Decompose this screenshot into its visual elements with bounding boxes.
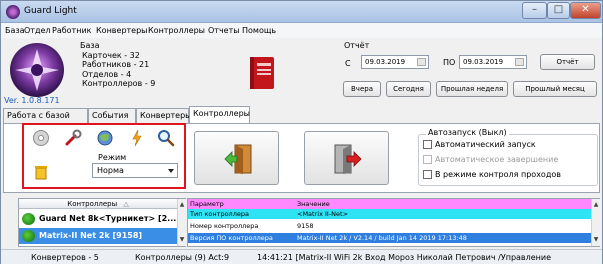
menu-item-department[interactable]: Отдел — [24, 26, 51, 35]
title-bar: Guard Light – □ ✕ — [1, 1, 602, 23]
database-stats: База Карточек - 32 Работников - 21 Отдел… — [80, 41, 155, 89]
value-column-header[interactable]: Значение — [297, 199, 330, 209]
controllers-list: Контроллеры △ Guard Net 8k<Турникет> [2.… — [18, 198, 186, 247]
tab-database[interactable]: Работа с базой — [3, 108, 88, 123]
version-label: Ver. 1.0.8.171 — [4, 96, 60, 105]
from-date-value: 09.03.2019 — [365, 58, 406, 66]
controllers-count: Контроллеров - 9 — [82, 79, 156, 88]
table-row[interactable]: Тип контроллера <Matrix II-Net> — [188, 209, 591, 219]
controllers-list-header[interactable]: Контроллеры △ — [19, 199, 177, 209]
scroll-up-arrow-icon[interactable]: ▲ — [592, 201, 600, 208]
status-last-event: 14:41:21 [Matrix-II WiFi 2k Вход Мороз Н… — [257, 253, 552, 262]
from-date-picker[interactable]: 09.03.2019 — [361, 55, 429, 69]
from-label: С — [345, 59, 351, 68]
status-bar: Конвертеров - 5 Контроллеры (9) Act:9 14… — [1, 249, 602, 264]
parameters-scrollbar[interactable]: ▲ ▼ — [591, 199, 600, 246]
controllers-header-label: Контроллеры — [67, 200, 118, 208]
yesterday-button[interactable]: Вчера — [343, 81, 381, 97]
minimize-button[interactable]: – — [522, 2, 547, 19]
auto-finish-checkbox: Автоматическое завершение — [423, 155, 558, 164]
menu-bar: База Отдел Работник Конвертеры Контролле… — [1, 23, 602, 38]
parameters-grid: Параметр Значение Тип контроллера <Matri… — [187, 198, 600, 247]
menu-item-reports[interactable]: Отчеты — [208, 26, 240, 35]
menu-item-converters[interactable]: Конвертеры — [96, 26, 148, 35]
param-value: <Matrix II-Net> — [297, 210, 349, 218]
checkbox-box[interactable] — [423, 140, 432, 149]
departments-count: Отделов - 4 — [82, 69, 132, 79]
app-icon — [6, 5, 20, 19]
auto-start-label: Автоматический запуск — [435, 140, 536, 149]
to-date-value: 09.03.2019 — [463, 58, 504, 66]
controller-label: Matrix-II Net 2k [9158] — [39, 231, 143, 240]
menu-item-worker[interactable]: Работник — [52, 26, 91, 35]
controller-row-selected[interactable]: Matrix-II Net 2k [9158] — [19, 228, 177, 244]
pass-control-mode-checkbox[interactable]: В режиме контроля проходов — [423, 170, 561, 179]
pass-control-mode-label: В режиме контроля проходов — [435, 170, 561, 179]
autostart-legend: Автозапуск (Выкл) — [426, 128, 509, 137]
checkbox-box — [423, 155, 432, 164]
cards-count: Карточек - 32 — [82, 50, 140, 60]
param-column-header[interactable]: Параметр — [190, 199, 224, 209]
enter-door-button[interactable] — [304, 131, 389, 185]
workers-count: Работников - 21 — [82, 60, 150, 69]
main-window: Guard Light – □ ✕ База Отдел Работник Ко… — [0, 0, 603, 264]
status-green-icon — [22, 230, 35, 242]
door-exit-icon — [224, 144, 252, 174]
auto-start-checkbox[interactable]: Автоматический запуск — [423, 140, 536, 149]
tab-events[interactable]: События — [88, 108, 136, 123]
door-enter-icon — [334, 144, 362, 174]
param-name: Тип контроллера — [190, 210, 249, 218]
today-button[interactable]: Сегодня — [386, 81, 431, 97]
menu-item-base[interactable]: База — [5, 26, 25, 35]
auto-finish-label: Автоматическое завершение — [435, 155, 559, 164]
param-name: Версия ПО контроллера — [190, 234, 273, 242]
highlight-frame — [22, 123, 186, 189]
last-month-button[interactable]: Прошлый месяц — [513, 81, 597, 97]
tab-converters[interactable]: Конвертеры — [136, 108, 192, 123]
checkbox-box[interactable] — [423, 170, 432, 179]
maximize-button[interactable]: □ — [547, 2, 570, 19]
base-label: База — [80, 41, 100, 50]
tab-controllers[interactable]: Контроллеры — [189, 106, 250, 124]
status-controllers: Контроллеры (9) Act:9 — [135, 253, 230, 262]
menu-item-controllers[interactable]: Контроллеры — [148, 26, 205, 35]
window-title: Guard Light — [24, 6, 77, 16]
controller-row[interactable]: Guard Net 8k<Турникет> [2... — [19, 211, 177, 227]
to-date-picker[interactable]: 09.03.2019 — [459, 55, 527, 69]
close-button[interactable]: ✕ — [570, 2, 601, 19]
param-name: Номер контроллера — [190, 222, 259, 230]
scroll-down-arrow-icon[interactable]: ▼ — [592, 236, 600, 243]
exit-door-button[interactable] — [194, 131, 279, 185]
last-week-button[interactable]: Прошлая неделя — [436, 81, 508, 97]
menu-item-help[interactable]: Помощь — [242, 26, 276, 35]
report-button[interactable]: Отчёт — [540, 54, 595, 70]
calendar-dropdown-icon[interactable] — [515, 58, 524, 66]
to-label: ПО — [443, 58, 456, 67]
status-green-icon — [22, 213, 35, 225]
controllers-list-scrollbar[interactable]: ▲ ▼ — [177, 199, 186, 246]
table-row[interactable]: Номер контроллера 9158 — [188, 221, 591, 231]
app-logo-icon — [10, 43, 64, 97]
scroll-up-arrow-icon[interactable]: ▲ — [178, 201, 186, 208]
scroll-down-arrow-icon[interactable]: ▼ — [178, 236, 186, 243]
param-value: 9158 — [297, 222, 314, 230]
parameters-header: Параметр Значение — [188, 199, 591, 209]
status-converters: Конвертеров - 5 — [31, 253, 99, 262]
calendar-dropdown-icon[interactable] — [417, 58, 426, 66]
report-label: Отчёт — [344, 41, 370, 50]
table-row[interactable]: Версия ПО контроллера Matrix-II Net 2k /… — [188, 233, 591, 243]
sort-icon: △ — [123, 200, 129, 208]
book-icon[interactable] — [248, 55, 276, 91]
controller-label: Guard Net 8k<Турникет> [2... — [39, 214, 177, 223]
param-value: Matrix-II Net 2k / V2.14 / build Jan 14 … — [297, 234, 467, 242]
